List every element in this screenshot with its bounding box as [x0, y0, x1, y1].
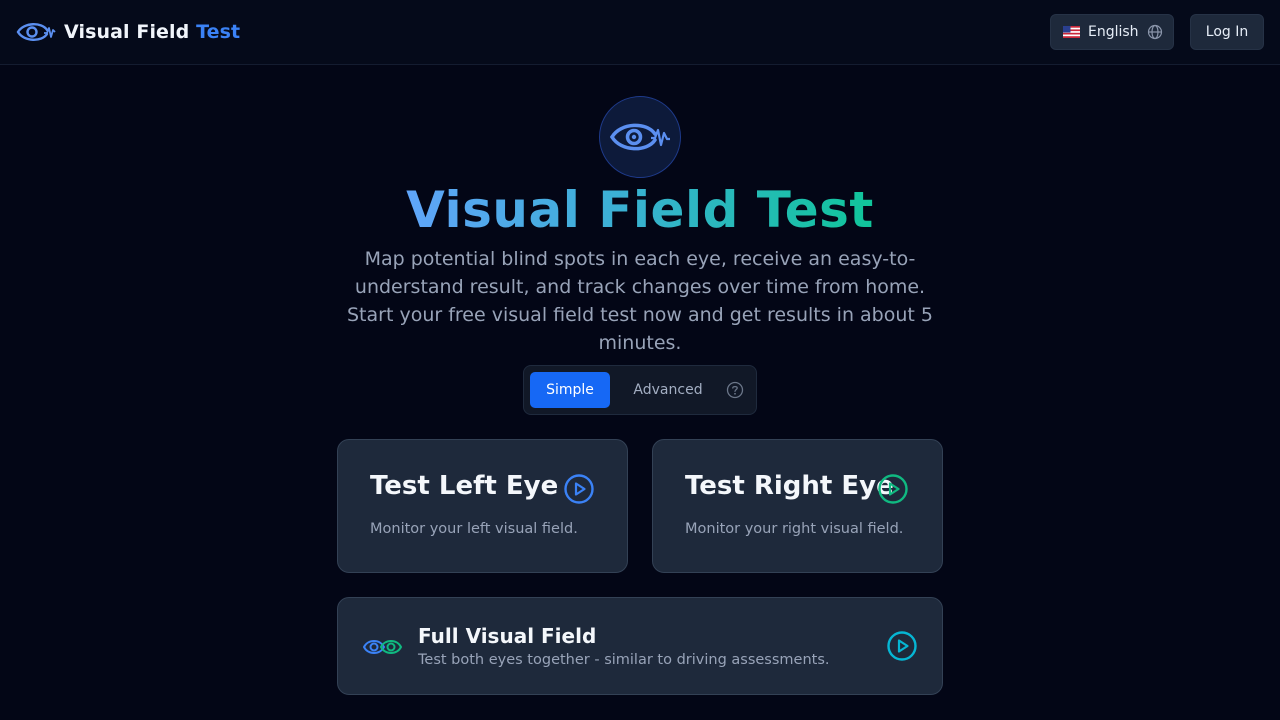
test-left-eye-description: Monitor your left visual field.	[370, 521, 578, 537]
top-navigation-bar: Visual Field Test English Log In	[0, 0, 1280, 65]
brand-logo-link[interactable]: Visual Field Test	[16, 16, 240, 48]
two-eyes-icon	[363, 640, 403, 654]
mode-simple-button[interactable]: Simple	[530, 372, 610, 408]
test-right-eye-title: Test Right Eye	[685, 471, 894, 501]
login-button[interactable]: Log In	[1190, 14, 1264, 50]
play-circle-icon[interactable]	[877, 473, 909, 505]
globe-icon	[1147, 24, 1162, 40]
full-visual-field-title: Full Visual Field	[418, 624, 597, 648]
full-visual-field-card[interactable]: Full Visual Field Test both eyes togethe…	[337, 597, 943, 695]
page-title-text: Visual Field Test	[406, 181, 874, 239]
brand-name-main: Visual Field	[64, 21, 190, 43]
test-left-eye-card[interactable]: Test Left Eye Monitor your left visual f…	[337, 439, 628, 573]
full-visual-field-description: Test both eyes together - similar to dri…	[418, 652, 830, 668]
test-right-eye-card[interactable]: Test Right Eye Monitor your right visual…	[652, 439, 943, 573]
hero-eye-badge	[599, 96, 681, 178]
test-left-eye-title: Test Left Eye	[370, 471, 559, 501]
hero-description: Map potential blind spots in each eye, r…	[347, 248, 933, 354]
play-circle-icon[interactable]	[886, 630, 918, 662]
mode-advanced-button[interactable]: Advanced	[622, 372, 714, 408]
mode-toggle: Simple Advanced	[523, 365, 757, 415]
language-selector[interactable]: English	[1050, 14, 1174, 50]
eye-pulse-icon	[610, 123, 670, 151]
us-flag-icon	[1063, 26, 1080, 38]
question-circle-icon[interactable]	[726, 381, 744, 399]
play-circle-icon[interactable]	[563, 473, 595, 505]
eye-pulse-icon	[16, 23, 56, 41]
page-title: Visual Field Test	[0, 180, 1280, 240]
language-label: English	[1088, 24, 1139, 40]
brand-name: Visual Field Test	[64, 21, 240, 43]
brand-name-accent: Test	[196, 21, 241, 43]
test-right-eye-description: Monitor your right visual field.	[685, 521, 904, 537]
